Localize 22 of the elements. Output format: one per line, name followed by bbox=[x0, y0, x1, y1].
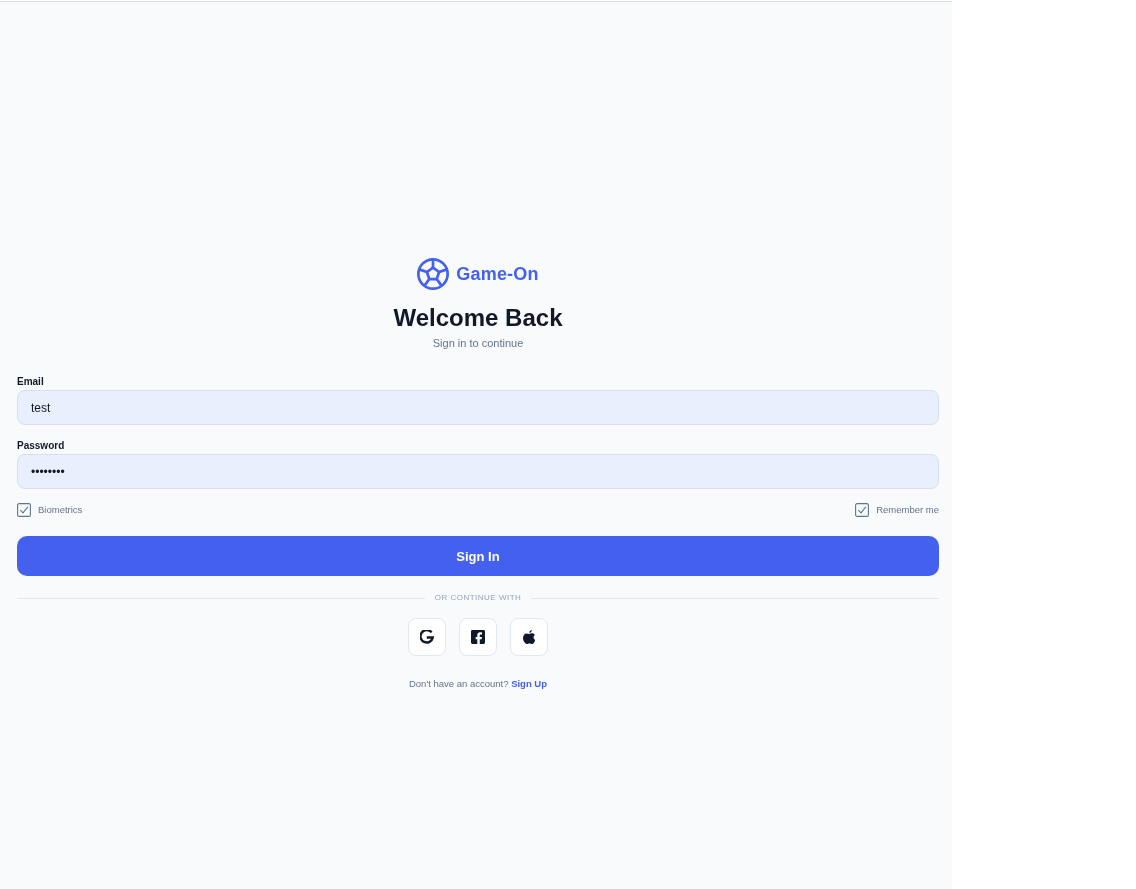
social-login-button[interactable] bbox=[408, 618, 446, 656]
text-field[interactable]: test bbox=[17, 390, 939, 425]
g-logo-icon bbox=[420, 630, 434, 644]
apple-icon bbox=[522, 630, 536, 644]
field-label: Email bbox=[17, 375, 44, 388]
checkbox-label: Biometrics bbox=[38, 504, 83, 516]
checkbox-label: Remember me bbox=[876, 504, 939, 516]
password-field[interactable]: •••••••• bbox=[17, 454, 939, 489]
page-subtitle: Sign in to continue bbox=[432, 336, 524, 350]
f-logo-icon bbox=[471, 630, 485, 644]
sign-in-button[interactable]: Sign In bbox=[17, 536, 939, 576]
checkbox[interactable] bbox=[17, 503, 31, 517]
field-label: Password bbox=[17, 439, 65, 452]
checkbox[interactable] bbox=[855, 503, 870, 517]
brand-name: Game-On bbox=[456, 263, 539, 285]
divider-label: OR CONTINUE WITH bbox=[434, 593, 522, 603]
soccer-ball-icon bbox=[417, 258, 450, 290]
social-login-button[interactable] bbox=[459, 618, 497, 656]
social-login-button[interactable] bbox=[510, 618, 548, 656]
page-title: Welcome Back bbox=[393, 303, 563, 333]
sign-up-prompt: Don't have an account? Sign Up bbox=[408, 677, 548, 690]
sign-up-link[interactable]: Sign Up bbox=[511, 678, 548, 689]
